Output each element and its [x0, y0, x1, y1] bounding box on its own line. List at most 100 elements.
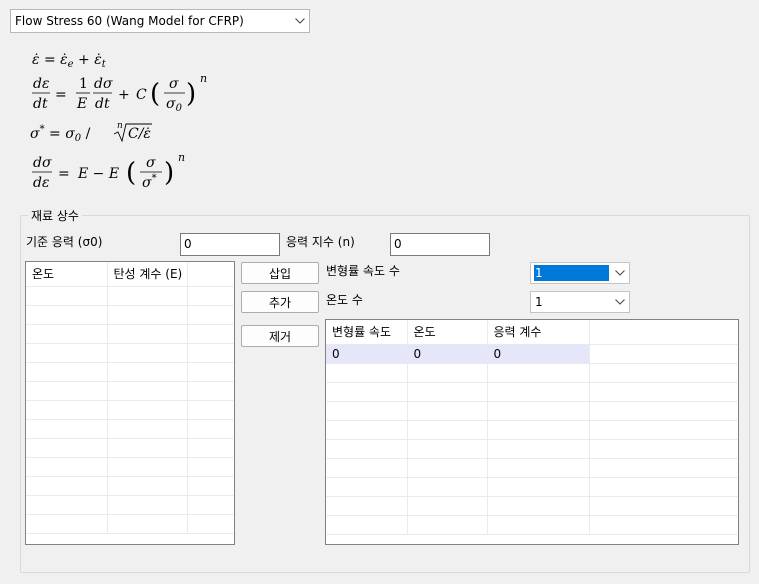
table-row[interactable]: [26, 305, 234, 325]
table-cell[interactable]: [26, 305, 108, 325]
table-cell[interactable]: [26, 438, 108, 458]
svg-text:dt: dt: [95, 96, 110, 112]
table-cell[interactable]: [26, 476, 108, 496]
table-cell[interactable]: [407, 420, 488, 440]
table-cell[interactable]: 0: [407, 344, 488, 364]
table-cell[interactable]: [326, 363, 408, 383]
table-cell[interactable]: [107, 438, 188, 458]
table-cell[interactable]: [26, 286, 108, 306]
table-cell[interactable]: [26, 362, 108, 382]
table-cell[interactable]: [107, 286, 188, 306]
table-cell[interactable]: [26, 381, 108, 401]
insert-button[interactable]: 삽입: [241, 262, 319, 284]
table-row[interactable]: [26, 514, 234, 534]
table-row[interactable]: [326, 496, 738, 516]
stress-exp-input[interactable]: 0: [390, 233, 490, 256]
table-cell[interactable]: [326, 401, 408, 421]
table-cell[interactable]: [487, 420, 590, 440]
table-row[interactable]: [326, 477, 738, 497]
table-row[interactable]: [326, 382, 738, 402]
svg-text:σ* = σ0 /: σ* = σ0 /: [30, 124, 91, 144]
table-cell[interactable]: [107, 457, 188, 477]
table-cell[interactable]: [107, 514, 188, 534]
add-button[interactable]: 추가: [241, 291, 319, 313]
table-cell[interactable]: 0: [326, 344, 408, 364]
table-row[interactable]: 000: [326, 344, 738, 364]
table-row[interactable]: [26, 457, 234, 477]
table-cell[interactable]: [26, 400, 108, 420]
table-cell[interactable]: [26, 324, 108, 344]
table-cell[interactable]: [407, 439, 488, 459]
table-cell[interactable]: [487, 496, 590, 516]
table-cell[interactable]: [26, 419, 108, 439]
table-cell[interactable]: [326, 420, 408, 440]
svg-text:C: C: [136, 87, 147, 103]
table-row[interactable]: [326, 401, 738, 421]
table-cell[interactable]: [407, 382, 488, 402]
strain-rate-count-select[interactable]: 1: [530, 262, 630, 284]
table-cell[interactable]: [326, 458, 408, 478]
table-row[interactable]: [26, 381, 234, 401]
table-cell[interactable]: [326, 515, 408, 535]
table-row[interactable]: [26, 286, 234, 306]
svg-text:): ): [186, 79, 196, 109]
table-cell[interactable]: [107, 419, 188, 439]
table-cell[interactable]: [107, 362, 188, 382]
column-header-stress-coefficient[interactable]: 응력 계수: [487, 320, 590, 345]
model-select[interactable]: Flow Stress 60 (Wang Model for CFRP): [10, 9, 310, 33]
table-row[interactable]: [26, 400, 234, 420]
table-cell[interactable]: [487, 458, 590, 478]
ref-stress-input[interactable]: 0: [180, 233, 280, 256]
table-cell[interactable]: [107, 381, 188, 401]
table-cell[interactable]: [26, 495, 108, 515]
table-cell[interactable]: [326, 382, 408, 402]
table-cell[interactable]: [326, 477, 408, 497]
table-row[interactable]: [26, 419, 234, 439]
model-select-value: Flow Stress 60 (Wang Model for CFRP): [15, 14, 244, 28]
table-row[interactable]: [326, 458, 738, 478]
table-cell[interactable]: [487, 515, 590, 535]
table-cell[interactable]: [487, 382, 590, 402]
table-cell[interactable]: [26, 343, 108, 363]
table-row[interactable]: [26, 343, 234, 363]
table-row[interactable]: [326, 420, 738, 440]
table-cell[interactable]: [407, 401, 488, 421]
temp-count-select[interactable]: 1: [530, 291, 630, 313]
table-row[interactable]: [26, 476, 234, 496]
remove-button[interactable]: 제거: [241, 325, 319, 347]
table-cell[interactable]: [326, 496, 408, 516]
table-row[interactable]: [26, 324, 234, 344]
table-cell[interactable]: [107, 305, 188, 325]
table-cell[interactable]: [107, 400, 188, 420]
table-cell[interactable]: [407, 363, 488, 383]
table-cell[interactable]: [26, 457, 108, 477]
table-row[interactable]: [26, 495, 234, 515]
table-row[interactable]: [26, 438, 234, 458]
table-cell[interactable]: 0: [487, 344, 590, 364]
table-cell: [187, 324, 234, 344]
table-cell[interactable]: [487, 477, 590, 497]
table-cell[interactable]: [407, 515, 488, 535]
table-cell[interactable]: [107, 495, 188, 515]
column-header-temperature[interactable]: 온도: [26, 262, 108, 287]
table-cell[interactable]: [487, 363, 590, 383]
table-cell[interactable]: [487, 439, 590, 459]
table-cell[interactable]: [26, 514, 108, 534]
table-cell[interactable]: [107, 324, 188, 344]
elastic-modulus-table[interactable]: 온도 탄성 계수 (E): [25, 261, 235, 545]
column-header-elastic-modulus[interactable]: 탄성 계수 (E): [107, 262, 188, 287]
table-row[interactable]: [326, 363, 738, 383]
table-row[interactable]: [326, 439, 738, 459]
column-header-temperature[interactable]: 온도: [407, 320, 488, 345]
table-row[interactable]: [326, 515, 738, 535]
table-cell[interactable]: [407, 496, 488, 516]
table-cell[interactable]: [407, 458, 488, 478]
stress-coefficient-table[interactable]: 변형률 속도 온도 응력 계수 000: [325, 319, 739, 545]
table-row[interactable]: [26, 362, 234, 382]
table-cell[interactable]: [107, 343, 188, 363]
table-cell[interactable]: [407, 477, 488, 497]
column-header-strain-rate[interactable]: 변형률 속도: [326, 320, 408, 345]
table-cell[interactable]: [107, 476, 188, 496]
table-cell[interactable]: [487, 401, 590, 421]
table-cell[interactable]: [326, 439, 408, 459]
